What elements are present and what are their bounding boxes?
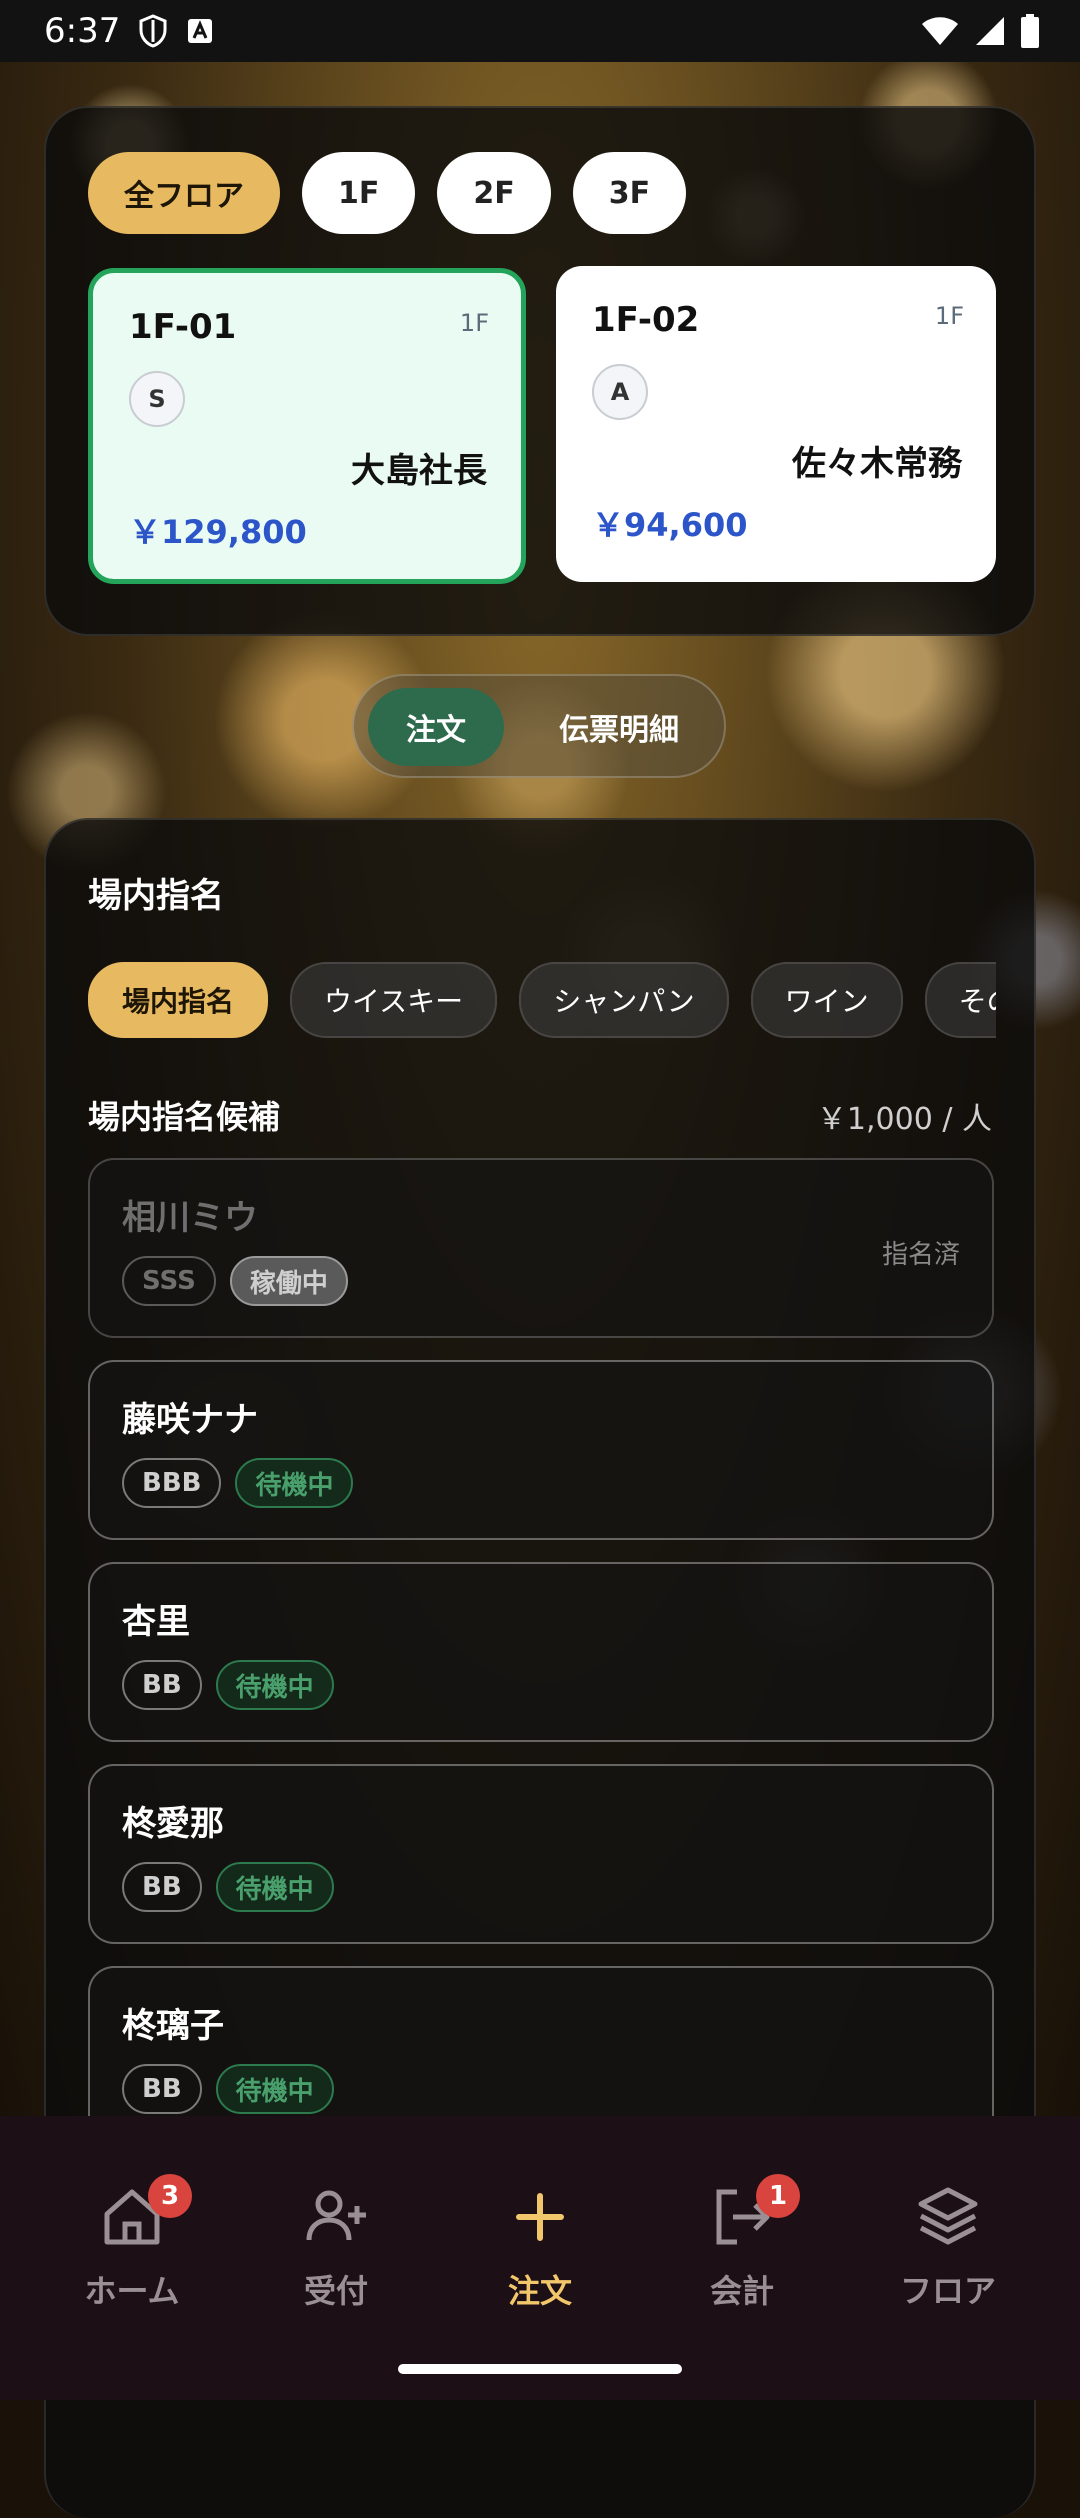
category-tab-other[interactable]: その (924, 962, 996, 1038)
cast-rank-tag: SSS (122, 1256, 216, 1306)
cast-status-tag: 待機中 (235, 1458, 354, 1508)
table-guest-name: 佐々木常務 (792, 444, 962, 484)
cast-rank-tag: BB (122, 1660, 202, 1710)
signal-icon (976, 17, 1004, 45)
cast-rank-tag: BB (122, 1862, 202, 1912)
status-time: 6:37 (44, 11, 121, 51)
bottom-navigation: 3 ホーム 受付 注文 1 会計 フロア (0, 2116, 1080, 2400)
floor-filter-2f[interactable]: 2F (437, 152, 551, 234)
plus-icon (516, 2193, 564, 2241)
nav-floor[interactable]: フロア (858, 2182, 1038, 2312)
cast-rank-tag: BB (122, 2064, 202, 2114)
cast-name: 杏里 (122, 1602, 190, 1642)
floor-filter-3f[interactable]: 3F (572, 152, 687, 234)
category-tab-whisky[interactable]: ウイスキー (290, 962, 498, 1038)
nav-order[interactable]: 注文 (450, 2182, 630, 2312)
cast-item[interactable]: 相川ミウ SSS 稼働中 指名済 (88, 1158, 994, 1338)
cast-item[interactable]: 柊愛那 BB 待機中 (88, 1764, 994, 1944)
home-indicator[interactable] (398, 2364, 682, 2374)
table-card-1f-01[interactable]: 1F-01 1F S 大島社長 ￥129,800 (88, 268, 526, 584)
table-name: 1F-01 (129, 307, 237, 347)
price-per-person: ￥1,000 / 人 (816, 1102, 992, 1137)
cast-name: 相川ミウ (122, 1198, 258, 1238)
nav-label: 会計 (709, 2272, 774, 2310)
cast-name: 柊璃子 (122, 2006, 224, 2046)
add-user-icon (306, 2190, 366, 2241)
table-guest-name: 大島社長 (351, 451, 487, 491)
table-amount: ￥94,600 (592, 506, 748, 544)
wifi-icon (922, 17, 958, 45)
floor-filter: 全フロア 1F 2F 3F (88, 152, 687, 234)
tab-slip-details[interactable]: 伝票明細 (524, 688, 714, 766)
keyboard-notification-icon (188, 19, 213, 43)
table-rank-badge: A (592, 364, 648, 420)
cast-status-tag: 待機中 (215, 2064, 334, 2114)
status-bar: 6:37 (0, 0, 1080, 62)
nav-label: フロア (899, 2272, 996, 2310)
cast-item[interactable]: 藤咲ナナ BBB 待機中 (88, 1360, 994, 1540)
nav-reception[interactable]: 受付 (246, 2182, 426, 2312)
category-tab-champagne[interactable]: シャンパン (519, 962, 729, 1038)
table-floor: 1F (459, 309, 489, 337)
table-floor: 1F (934, 302, 964, 330)
section-title: 場内指名 (88, 876, 224, 916)
table-selection-panel: 全フロア 1F 2F 3F 1F-01 1F S 大島社長 ￥129,800 1… (44, 106, 1036, 636)
table-rank-badge: S (129, 371, 185, 427)
category-tabs: 場内指名 ウイスキー シャンパン ワイン その (88, 962, 996, 1038)
nav-label: ホーム (84, 2272, 180, 2310)
candidates-title: 場内指名候補 (88, 1098, 281, 1136)
nav-label: 注文 (507, 2272, 572, 2310)
cast-name: 藤咲ナナ (122, 1400, 258, 1440)
cast-status-tag: 待機中 (215, 1660, 334, 1710)
cast-name: 柊愛那 (122, 1804, 224, 1844)
nav-label: 受付 (303, 2272, 368, 2310)
cast-status-tag: 稼働中 (229, 1256, 348, 1306)
cast-item[interactable]: 杏里 BB 待機中 (88, 1562, 994, 1742)
nav-home[interactable]: 3 ホーム (42, 2174, 222, 2312)
tab-order[interactable]: 注文 (368, 688, 504, 766)
nav-checkout[interactable]: 1 会計 (652, 2174, 832, 2312)
table-name: 1F-02 (592, 300, 700, 340)
notification-badge: 1 (756, 2174, 800, 2218)
view-toggle: 注文 伝票明細 (352, 674, 726, 778)
table-card-1f-02[interactable]: 1F-02 1F A 佐々木常務 ￥94,600 (556, 266, 996, 582)
nominated-label: 指名済 (881, 1240, 960, 1270)
cast-status-tag: 待機中 (215, 1862, 334, 1912)
battery-icon (1021, 14, 1039, 48)
layers-icon (918, 2187, 978, 2245)
category-tab-wine[interactable]: ワイン (750, 962, 903, 1038)
shield-icon (139, 14, 167, 48)
floor-filter-all[interactable]: 全フロア (88, 152, 280, 234)
floor-filter-1f[interactable]: 1F (302, 152, 416, 234)
category-tab-in-store-nomination[interactable]: 場内指名 (88, 962, 269, 1038)
cast-rank-tag: BBB (122, 1458, 222, 1508)
notification-badge: 3 (148, 2174, 192, 2218)
table-amount: ￥129,800 (129, 513, 307, 551)
